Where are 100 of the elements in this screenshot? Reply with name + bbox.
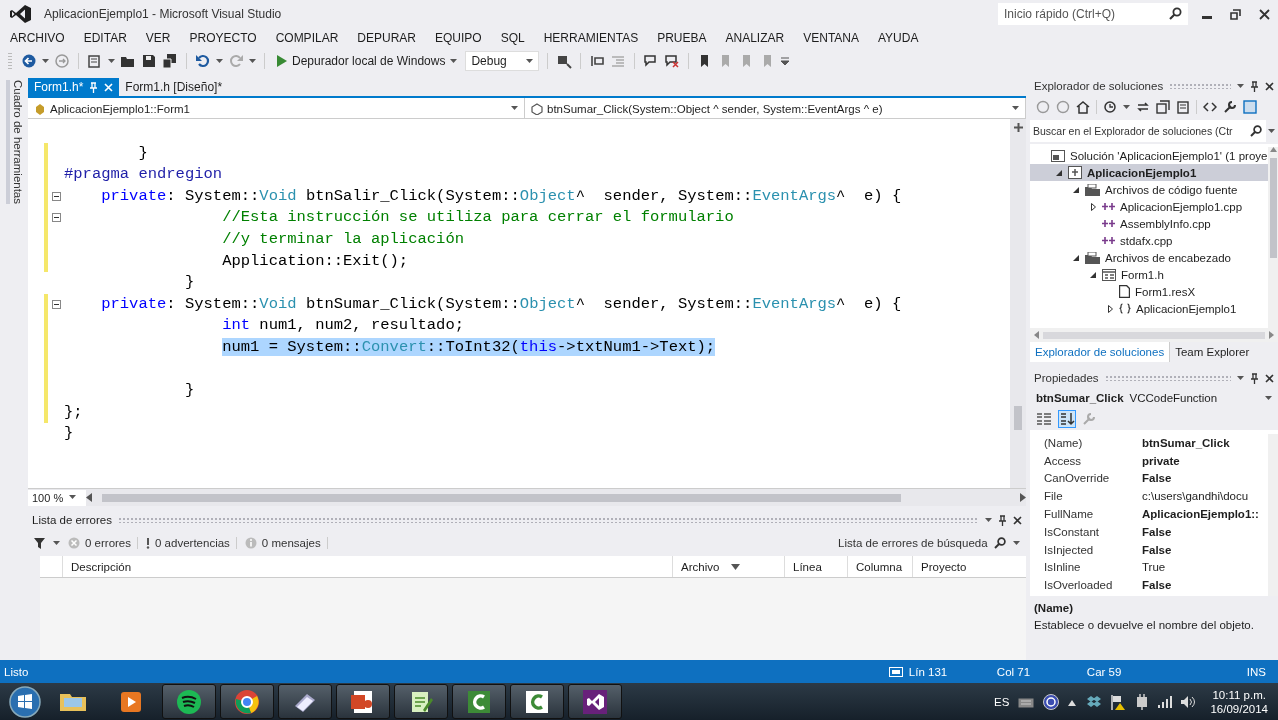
tree-item[interactable]: AplicacionEjemplo1.cpp bbox=[1030, 198, 1268, 215]
tab[interactable]: Form1.h [Diseño]* bbox=[119, 78, 229, 96]
tree-item[interactable]: Form1.resX bbox=[1030, 283, 1268, 300]
column-header[interactable]: Línea bbox=[784, 556, 847, 577]
dropdown-caret-icon[interactable] bbox=[1013, 540, 1020, 546]
property-value[interactable]: False bbox=[1142, 543, 1268, 556]
dropdown-caret-icon[interactable] bbox=[1237, 83, 1244, 89]
pin-icon[interactable] bbox=[998, 514, 1007, 526]
alphabetical-icon[interactable] bbox=[1058, 410, 1076, 428]
column-header[interactable]: Archivo bbox=[672, 556, 784, 577]
view-code-icon[interactable] bbox=[1203, 100, 1217, 114]
tree-item[interactable]: Solución 'AplicacionEjemplo1' (1 proye bbox=[1030, 147, 1268, 164]
expanded-arrow-icon[interactable] bbox=[1073, 186, 1079, 193]
menu-item[interactable]: EDITAR bbox=[75, 31, 135, 45]
toolbox-tab[interactable]: Cuadro de herramientas bbox=[6, 80, 24, 204]
expanded-arrow-icon[interactable] bbox=[1056, 169, 1062, 176]
collapsed-arrow-icon[interactable] bbox=[1107, 304, 1113, 313]
start-debugging-button[interactable]: Depurador local de Windows bbox=[273, 51, 461, 71]
tree-item[interactable]: AplicacionEjemplo1 bbox=[1030, 164, 1268, 181]
close-icon[interactable] bbox=[1259, 8, 1270, 20]
restore-icon[interactable] bbox=[1230, 8, 1241, 20]
dropdown-caret-icon[interactable] bbox=[249, 58, 256, 64]
start-button-icon[interactable] bbox=[8, 684, 42, 719]
language-indicator[interactable]: ES bbox=[994, 695, 1010, 708]
filter-icon[interactable] bbox=[34, 537, 45, 549]
overflow-icon[interactable] bbox=[781, 57, 790, 65]
horizontal-scrollbar[interactable] bbox=[1043, 331, 1265, 339]
close-icon[interactable] bbox=[1265, 81, 1274, 91]
help-icon[interactable] bbox=[1043, 693, 1060, 710]
close-icon[interactable] bbox=[1013, 515, 1022, 525]
show-all-files-icon[interactable] bbox=[1176, 100, 1190, 114]
collapse-icon[interactable] bbox=[52, 213, 61, 223]
find-icon[interactable] bbox=[556, 53, 573, 69]
menu-item[interactable]: HERRAMIENTAS bbox=[535, 31, 647, 45]
uncomment-icon[interactable] bbox=[664, 53, 681, 69]
flag-warning-icon[interactable] bbox=[1110, 693, 1127, 710]
scroll-left-icon[interactable] bbox=[1034, 331, 1039, 339]
menu-item[interactable]: ANALIZAR bbox=[717, 31, 793, 45]
signal-icon[interactable] bbox=[1158, 695, 1173, 708]
pin-icon[interactable] bbox=[1250, 372, 1259, 384]
scroll-up-icon[interactable] bbox=[1269, 147, 1277, 152]
menu-item[interactable]: VENTANA bbox=[795, 31, 867, 45]
close-icon[interactable] bbox=[1265, 373, 1274, 383]
menu-item[interactable]: PRUEBA bbox=[649, 31, 715, 45]
clock-date[interactable]: 16/09/2014 bbox=[1210, 701, 1268, 716]
vertical-scrollbar[interactable] bbox=[1010, 119, 1026, 488]
collapse-icon[interactable] bbox=[52, 191, 61, 201]
column-header[interactable]: Columna bbox=[847, 556, 912, 577]
filter-toggle[interactable]: 0 advertencias bbox=[146, 537, 237, 549]
power-icon[interactable] bbox=[1135, 693, 1150, 710]
clock-time[interactable]: 10:11 p.m. bbox=[1212, 687, 1266, 702]
scroll-right-icon[interactable] bbox=[1020, 493, 1026, 502]
dropbox-icon[interactable] bbox=[1085, 693, 1102, 710]
pin-icon[interactable] bbox=[1250, 80, 1259, 92]
menu-item[interactable]: PROYECTO bbox=[181, 31, 265, 45]
tree-item[interactable]: Form1.h bbox=[1030, 266, 1268, 283]
save-icon[interactable] bbox=[141, 53, 157, 69]
panel-tab[interactable]: Team Explorer bbox=[1169, 342, 1255, 362]
column-header[interactable]: Proyecto bbox=[912, 556, 1022, 577]
object-selector[interactable]: btnSumar_Click VCCodeFunction bbox=[1030, 388, 1278, 408]
split-icon[interactable] bbox=[1013, 123, 1023, 132]
filter-toggle[interactable]: 0 errores bbox=[68, 537, 139, 549]
dropdown-caret-icon[interactable] bbox=[53, 540, 60, 546]
save-all-icon[interactable] bbox=[162, 53, 178, 69]
categorized-icon[interactable] bbox=[1036, 412, 1052, 426]
dropdown-caret-icon[interactable] bbox=[42, 58, 49, 64]
dropdown-caret-icon[interactable] bbox=[216, 58, 223, 64]
filter-toggle[interactable]: 0 mensajes bbox=[244, 537, 328, 549]
dropdown-caret-icon[interactable] bbox=[69, 495, 77, 500]
properties-icon[interactable] bbox=[1223, 100, 1237, 114]
scroll-right-icon[interactable] bbox=[1269, 331, 1274, 339]
scrollbar-thumb[interactable] bbox=[1014, 406, 1022, 430]
property-value[interactable]: btnSumar_Click bbox=[1142, 436, 1268, 449]
zoom-dropdown[interactable]: 100 % bbox=[28, 489, 86, 506]
menu-item[interactable]: VER bbox=[137, 31, 179, 45]
dropdown-caret-icon[interactable] bbox=[108, 58, 115, 64]
menu-item[interactable]: EQUIPO bbox=[427, 31, 490, 45]
tree-item[interactable]: AssemblyInfo.cpp bbox=[1030, 215, 1268, 232]
dropdown-caret-icon[interactable] bbox=[1265, 395, 1272, 401]
property-value[interactable]: AplicacionEjemplo1:: bbox=[1142, 508, 1268, 521]
dropdown-caret-icon[interactable] bbox=[1012, 106, 1019, 111]
expanded-arrow-icon[interactable] bbox=[1090, 271, 1096, 278]
volume-icon[interactable] bbox=[1181, 695, 1196, 708]
dropdown-caret-icon[interactable] bbox=[985, 517, 992, 523]
tree-item[interactable]: Archivos de código fuente bbox=[1030, 181, 1268, 198]
dropdown-caret-icon[interactable] bbox=[1123, 104, 1130, 110]
tree-item[interactable]: stdafx.cpp bbox=[1030, 232, 1268, 249]
dropdown-caret-icon[interactable] bbox=[450, 58, 458, 64]
new-project-icon[interactable] bbox=[87, 53, 103, 69]
property-value[interactable]: False bbox=[1142, 472, 1268, 485]
collapsed-arrow-icon[interactable] bbox=[1090, 202, 1096, 211]
expanded-arrow-icon[interactable] bbox=[1073, 254, 1079, 261]
indent-icon[interactable] bbox=[589, 53, 606, 69]
dropdown-caret-icon[interactable] bbox=[526, 58, 534, 64]
menu-item[interactable]: AYUDA bbox=[870, 31, 927, 45]
quick-launch-field[interactable]: Inicio rápido (Ctrl+Q) bbox=[998, 3, 1188, 25]
property-value[interactable]: True bbox=[1142, 561, 1268, 574]
tree-item[interactable]: AplicacionEjemplo1 bbox=[1030, 300, 1268, 317]
dropdown-caret-icon[interactable] bbox=[511, 106, 518, 111]
preview-icon[interactable] bbox=[1243, 100, 1257, 114]
